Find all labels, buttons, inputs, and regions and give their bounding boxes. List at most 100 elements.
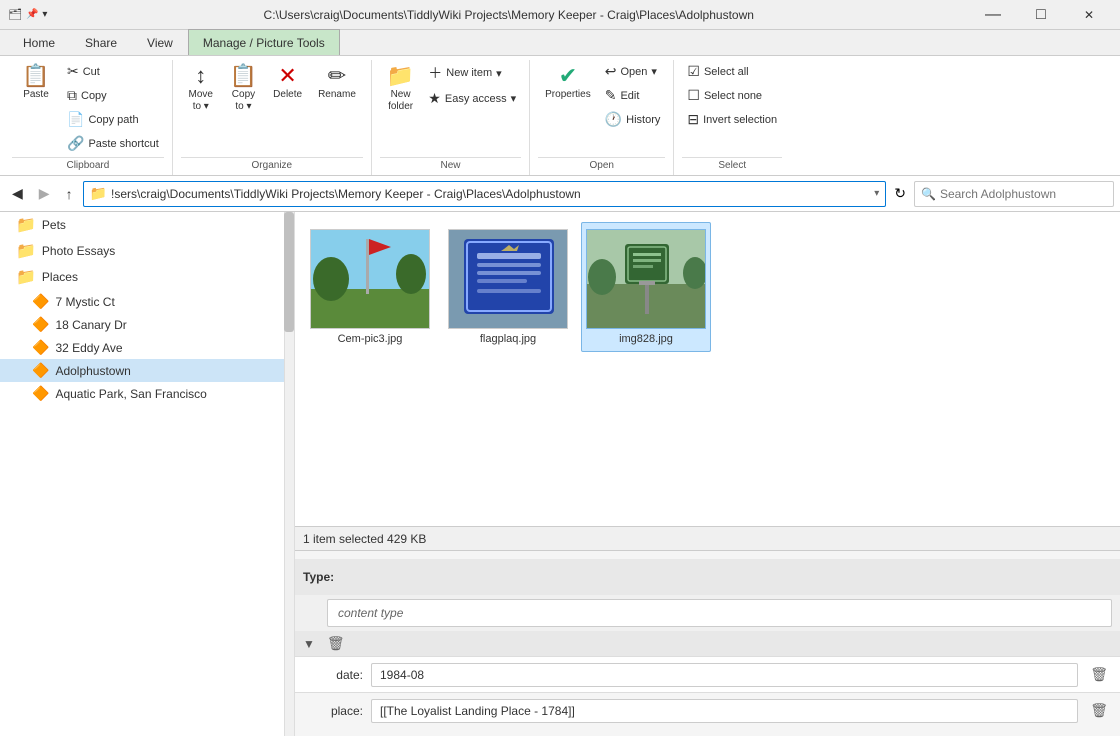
up-button[interactable]: ↑ xyxy=(60,182,79,206)
properties-icon: ✔ xyxy=(559,65,577,87)
edit-button[interactable]: ✎ Edit xyxy=(600,84,666,107)
sidebar-item-adolphustown[interactable]: 🔶 Adolphustown xyxy=(0,359,294,382)
clipboard-group: 📋 Paste ✂ Cut ⧉ Copy 📄 Copy path 🔗 xyxy=(4,60,173,175)
address-path-text: !sers\craig\Documents\TiddlyWiki Project… xyxy=(111,187,870,201)
sidebar-item-photo-essays[interactable]: 📁 Photo Essays xyxy=(0,238,294,264)
address-dropdown-button[interactable]: ▾ xyxy=(874,188,879,199)
delete-date-icon[interactable]: 🗑 xyxy=(1086,664,1112,685)
content-type-box[interactable]: content type xyxy=(327,599,1112,627)
copy-to-label: Copyto ▾ xyxy=(232,89,255,113)
delete-icon: ✕ xyxy=(278,65,296,87)
invert-selection-button[interactable]: ⊟ Invert selection xyxy=(682,108,782,131)
easy-access-button[interactable]: ★ Easy access ▾ xyxy=(423,87,521,110)
sidebar-item-aquatic-park[interactable]: 🔶 Aquatic Park, San Francisco xyxy=(0,382,294,405)
date-field-row: date: 🗑 xyxy=(295,656,1120,692)
folder-icon: 📁 xyxy=(16,241,36,261)
new-folder-icon: 📁 xyxy=(387,65,414,87)
thumb-svg-0 xyxy=(311,229,429,329)
new-group: 📁 Newfolder ＋ New item ▾ ★ Easy access ▾… xyxy=(372,60,530,175)
place-input[interactable] xyxy=(371,699,1078,723)
file-item-0[interactable]: Cem-pic3.jpg xyxy=(305,222,435,352)
title-bar-controls: — □ ✕ xyxy=(970,5,1112,25)
folder-icon: 🔶 xyxy=(32,316,49,333)
collapse-icon[interactable]: ▼ xyxy=(303,637,315,651)
copy-to-icon: 📋 xyxy=(230,65,257,87)
delete-button[interactable]: ✕ Delete xyxy=(266,60,309,106)
paste-button[interactable]: 📋 Paste xyxy=(12,60,60,106)
open-icon: ↩ xyxy=(605,63,617,80)
new-small-btns: ＋ New item ▾ ★ Easy access ▾ xyxy=(423,60,521,110)
search-box[interactable]: 🔍 xyxy=(914,181,1114,207)
move-to-button[interactable]: ↕ Moveto ▾ xyxy=(181,60,221,118)
invert-selection-icon: ⊟ xyxy=(687,111,699,128)
folder-path-icon: 📁 xyxy=(90,185,107,202)
address-path[interactable]: 📁 !sers\craig\Documents\TiddlyWiki Proje… xyxy=(83,181,887,207)
paste-shortcut-button[interactable]: 🔗 Paste shortcut xyxy=(62,132,164,155)
edit-icon: ✎ xyxy=(605,87,617,104)
app-icon: 🗂 xyxy=(8,8,22,21)
file-name-0: Cem-pic3.jpg xyxy=(338,333,403,345)
properties-button[interactable]: ✔ Properties xyxy=(538,60,598,106)
sidebar-item-32eddy[interactable]: 🔶 32 Eddy Ave xyxy=(0,336,294,359)
refresh-button[interactable]: ↻ xyxy=(890,181,910,206)
open-button[interactable]: ↩ Open ▾ xyxy=(600,60,666,83)
close-button[interactable]: ✕ xyxy=(1066,5,1112,25)
sidebar-item-7mystic[interactable]: 🔶 7 Mystic Ct xyxy=(0,290,294,313)
sidebar-item-places[interactable]: 📁 Places xyxy=(0,264,294,290)
tab-view[interactable]: View xyxy=(132,29,188,55)
back-button[interactable]: ◀ xyxy=(6,181,29,206)
file-item-2[interactable]: img828.jpg xyxy=(581,222,711,352)
minimize-button[interactable]: — xyxy=(970,5,1016,25)
thumb-svg-2 xyxy=(587,229,705,329)
select-all-button[interactable]: ☑ Select all xyxy=(682,60,782,83)
sidebar-scrollbar-thumb[interactable] xyxy=(284,212,294,332)
delete-field-icon[interactable]: 🗑 xyxy=(323,633,349,654)
sidebar-scrollbar[interactable] xyxy=(284,212,294,736)
cut-button[interactable]: ✂ Cut xyxy=(62,60,164,83)
rename-button[interactable]: ✏ Rename xyxy=(311,60,363,106)
new-folder-label: Newfolder xyxy=(388,89,413,113)
file-item-1[interactable]: flagplaq.jpg xyxy=(443,222,573,352)
tab-share[interactable]: Share xyxy=(70,29,132,55)
copy-path-button[interactable]: 📄 Copy path xyxy=(62,108,164,131)
maximize-button[interactable]: □ xyxy=(1018,5,1064,25)
copy-icon: ⧉ xyxy=(67,87,77,104)
select-none-button[interactable]: ☐ Select none xyxy=(682,84,782,107)
tab-home[interactable]: Home xyxy=(8,29,70,55)
date-label: date: xyxy=(303,668,363,682)
date-input[interactable] xyxy=(371,663,1078,687)
type-row: Type: xyxy=(295,559,1120,595)
clipboard-group-items: 📋 Paste ✂ Cut ⧉ Copy 📄 Copy path 🔗 xyxy=(12,60,164,155)
clipboard-small-btns: ✂ Cut ⧉ Copy 📄 Copy path 🔗 Paste shortcu… xyxy=(62,60,164,155)
forward-button[interactable]: ▶ xyxy=(33,181,56,206)
place-field-row: place: 🗑 xyxy=(295,692,1120,728)
folder-icon: 🔶 xyxy=(32,339,49,356)
sidebar-item-pets[interactable]: 📁 Pets xyxy=(0,212,294,238)
file-name-2: img828.jpg xyxy=(619,333,673,345)
sidebar: 📁 Pets 📁 Photo Essays 📁 Places 🔶 7 Mysti… xyxy=(0,212,295,736)
paste-shortcut-icon: 🔗 xyxy=(67,135,84,152)
new-item-button[interactable]: ＋ New item ▾ xyxy=(423,60,521,86)
folder-icon: 🔶 xyxy=(32,385,49,402)
search-input[interactable] xyxy=(940,187,1107,201)
file-thumb-0 xyxy=(310,229,430,329)
select-group: ☑ Select all ☐ Select none ⊟ Invert sele… xyxy=(674,60,790,175)
organize-group: ↕ Moveto ▾ 📋 Copyto ▾ ✕ Delete ✏ Rename … xyxy=(173,60,372,175)
title-bar-left: 🗂 📌 ▾ xyxy=(8,8,47,21)
ribbon-tabs: Home Share View Manage / Picture Tools xyxy=(0,30,1120,56)
right-panel: Cem-pic3.jpg xyxy=(295,212,1120,736)
sidebar-scroll: 📁 Pets 📁 Photo Essays 📁 Places 🔶 7 Mysti… xyxy=(0,212,294,736)
type-label: Type: xyxy=(303,570,334,584)
copy-button[interactable]: ⧉ Copy xyxy=(62,84,164,107)
select-none-icon: ☐ xyxy=(687,87,700,104)
history-button[interactable]: 🕐 History xyxy=(600,108,666,131)
copy-to-button[interactable]: 📋 Copyto ▾ xyxy=(223,60,264,118)
sidebar-item-18canary[interactable]: 🔶 18 Canary Dr xyxy=(0,313,294,336)
delete-place-icon[interactable]: 🗑 xyxy=(1086,700,1112,721)
title-bar: 🗂 📌 ▾ C:\Users\craig\Documents\TiddlyWik… xyxy=(0,0,1120,30)
tab-picture-tools[interactable]: Manage / Picture Tools xyxy=(188,29,340,55)
new-folder-button[interactable]: 📁 Newfolder xyxy=(380,60,421,118)
paste-icon: 📋 xyxy=(22,65,49,87)
new-group-items: 📁 Newfolder ＋ New item ▾ ★ Easy access ▾ xyxy=(380,60,521,155)
bottom-panel: Type: content type ▼ 🗑 date: 🗑 place: xyxy=(295,550,1120,736)
